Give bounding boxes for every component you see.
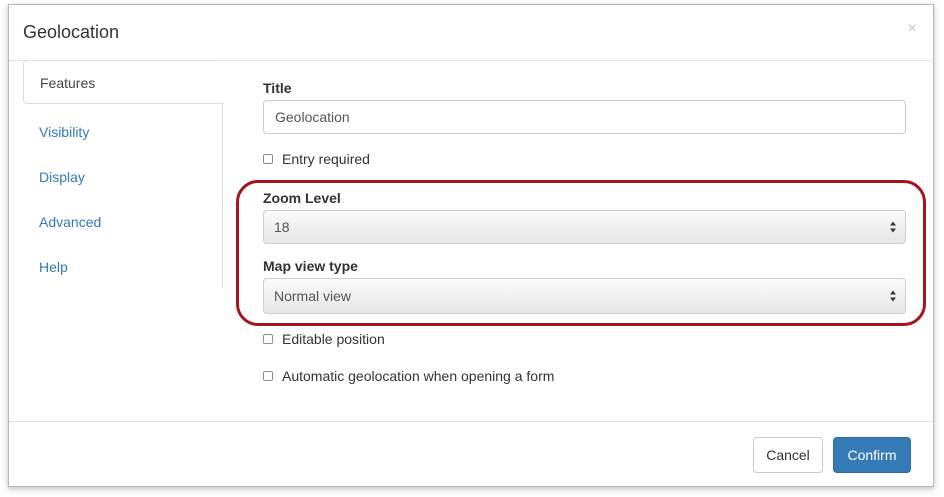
nav-item-display[interactable]: Display	[23, 155, 223, 199]
nav-item-label: Visibility	[39, 124, 90, 140]
nav-item-visibility[interactable]: Visibility	[23, 110, 223, 154]
nav-item-advanced[interactable]: Advanced	[23, 200, 223, 244]
editable-position-label: Editable position	[282, 331, 385, 347]
close-icon[interactable]: ×	[908, 20, 917, 38]
dialog-header: Geolocation ×	[9, 5, 933, 61]
geolocation-dialog: Geolocation × Features Visibility Displa…	[8, 4, 934, 487]
select-arrows-icon	[890, 290, 897, 303]
settings-nav: Features Visibility Display Advanced Hel…	[23, 60, 224, 289]
entry-required-checkbox[interactable]: Entry required	[263, 151, 370, 167]
map-view-type-label: Map view type	[263, 258, 358, 274]
title-input-value: Geolocation	[275, 109, 350, 125]
zoom-level-value: 18	[274, 219, 290, 235]
checkbox-box[interactable]	[263, 334, 273, 344]
select-arrows-icon	[890, 221, 897, 234]
map-view-type-value: Normal view	[274, 288, 352, 304]
zoom-level-label: Zoom Level	[263, 190, 341, 206]
title-input[interactable]: Geolocation	[263, 100, 906, 134]
entry-required-label: Entry required	[282, 151, 370, 167]
nav-item-label: Help	[39, 259, 68, 275]
cancel-button[interactable]: Cancel	[753, 437, 823, 473]
nav-item-label: Advanced	[39, 214, 102, 230]
automatic-geolocation-checkbox[interactable]: Automatic geolocation when opening a for…	[263, 368, 554, 384]
nav-item-label: Display	[39, 169, 85, 185]
zoom-level-select[interactable]: 18	[263, 210, 906, 244]
nav-item-label: Features	[40, 75, 96, 91]
dialog-title: Geolocation	[23, 22, 120, 42]
confirm-button[interactable]: Confirm	[833, 437, 911, 473]
checkbox-box[interactable]	[263, 154, 273, 164]
editable-position-checkbox[interactable]: Editable position	[263, 331, 385, 347]
map-view-type-select[interactable]: Normal view	[263, 278, 906, 314]
nav-item-help[interactable]: Help	[23, 245, 223, 289]
nav-item-features[interactable]: Features	[23, 60, 224, 104]
automatic-geolocation-label: Automatic geolocation when opening a for…	[282, 368, 555, 384]
checkbox-box[interactable]	[263, 371, 273, 381]
title-label: Title	[263, 80, 292, 96]
